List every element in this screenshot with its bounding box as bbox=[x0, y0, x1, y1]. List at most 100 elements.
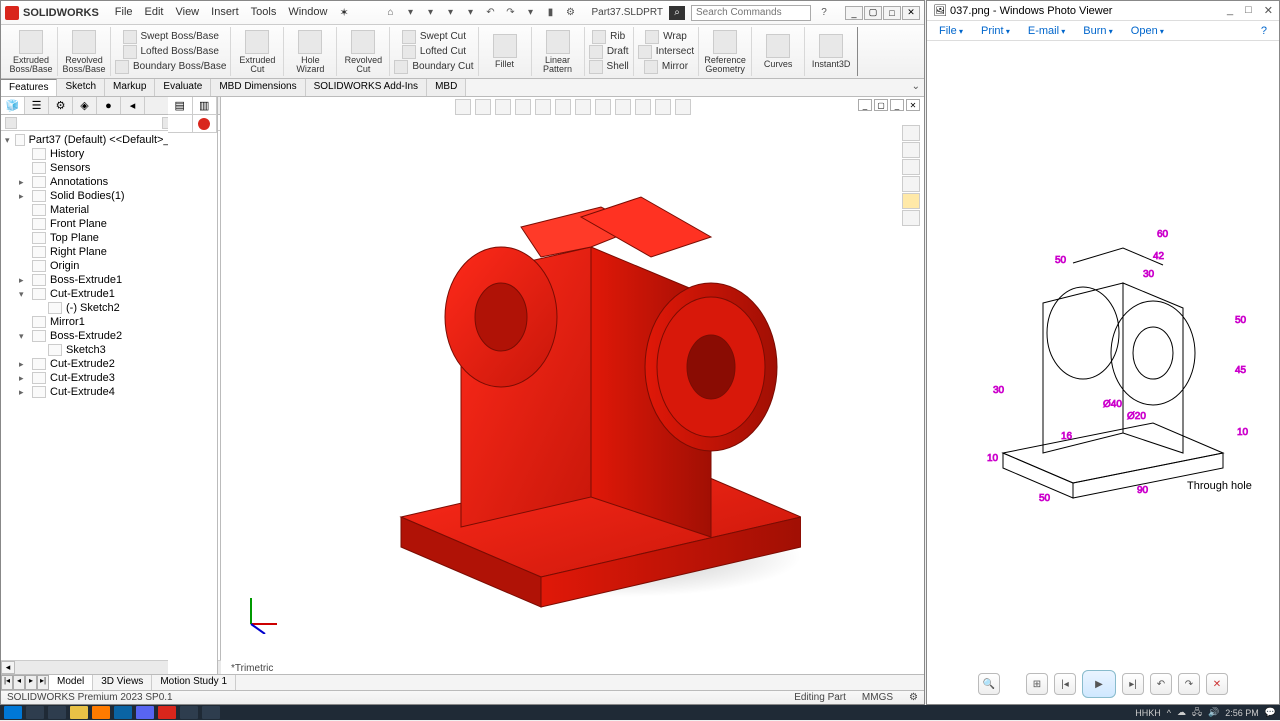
status-units[interactable]: MMGS bbox=[862, 692, 893, 703]
tb-solidworks-icon[interactable] bbox=[158, 706, 176, 719]
graphics-area[interactable]: _ ▢ _ ✕ bbox=[221, 97, 924, 674]
bt-next-icon[interactable]: ▸ bbox=[25, 675, 37, 690]
tp-custom-icon[interactable] bbox=[902, 210, 920, 226]
tb-explorer-icon[interactable] bbox=[180, 706, 198, 719]
restore-button[interactable]: ▢ bbox=[864, 6, 882, 20]
tb-chrome-icon[interactable] bbox=[70, 706, 88, 719]
linear-pattern-button[interactable]: LinearPattern bbox=[536, 30, 580, 74]
pv-fit-icon[interactable]: ⊞ bbox=[1026, 673, 1048, 695]
pv-min-button[interactable]: _ bbox=[1227, 4, 1233, 17]
mirror-button[interactable]: Mirror bbox=[644, 60, 688, 74]
menu-file[interactable]: File bbox=[115, 6, 133, 19]
doc-restore-icon[interactable]: ▢ bbox=[874, 99, 888, 111]
intersect-button[interactable]: Intersect bbox=[638, 45, 694, 59]
qat-home-icon[interactable]: ⌂ bbox=[383, 6, 397, 20]
pv-image-area[interactable]: 60 42 30 50 50 45 30 10 10 50 90 16 Ø40 … bbox=[927, 41, 1279, 664]
tray-net-icon[interactable]: 🖧 bbox=[1192, 705, 1202, 721]
tb-taskview-icon[interactable] bbox=[48, 706, 66, 719]
scroll-left-icon[interactable]: ◂ bbox=[1, 661, 15, 674]
reference-geometry-button[interactable]: ReferenceGeometry bbox=[703, 30, 747, 74]
tp-home-icon[interactable] bbox=[902, 125, 920, 141]
hut-hide-icon[interactable] bbox=[615, 99, 631, 115]
pv-menu-email[interactable]: E-mail bbox=[1028, 25, 1065, 37]
tb-app3-icon[interactable] bbox=[136, 706, 154, 719]
hut-view-icon[interactable] bbox=[595, 99, 611, 115]
max-button[interactable]: □ bbox=[883, 6, 901, 20]
extruded-cut-button[interactable]: ExtrudedCut bbox=[235, 30, 279, 74]
qat-open-icon[interactable]: ▾ bbox=[423, 6, 437, 20]
hut-wind-icon[interactable] bbox=[475, 99, 491, 115]
bt-last-icon[interactable]: ▸| bbox=[37, 675, 49, 690]
qat-undo-icon[interactable]: ↶ bbox=[483, 6, 497, 20]
swept-boss-button[interactable]: Swept Boss/Base bbox=[123, 30, 219, 44]
pv-prev-button[interactable]: |◂ bbox=[1054, 673, 1076, 695]
menu-view[interactable]: View bbox=[175, 6, 199, 19]
qat-rebuild-icon[interactable]: ▮ bbox=[543, 6, 557, 20]
bottom-tab-3dviews[interactable]: 3D Views bbox=[93, 675, 152, 690]
hut-display-icon[interactable] bbox=[555, 99, 571, 115]
search-input[interactable] bbox=[691, 5, 811, 21]
tp-view-icon[interactable] bbox=[902, 176, 920, 192]
boundary-boss-button[interactable]: Boundary Boss/Base bbox=[115, 60, 226, 74]
pv-menu-open[interactable]: Open bbox=[1131, 25, 1164, 37]
swept-cut-button[interactable]: Swept Cut bbox=[402, 30, 466, 44]
hut-extra-icon[interactable] bbox=[675, 99, 691, 115]
pv-max-button[interactable]: □ bbox=[1245, 4, 1252, 17]
dp-tab2-icon[interactable]: ▥ bbox=[193, 97, 218, 114]
fm-tab-appearance-icon[interactable]: ● bbox=[97, 97, 121, 114]
search-toggle-icon[interactable]: ⌕ bbox=[669, 6, 685, 20]
pv-menu-burn[interactable]: Burn bbox=[1083, 25, 1113, 37]
doc-min-icon[interactable]: _ bbox=[858, 99, 872, 111]
tb-search-icon[interactable] bbox=[26, 706, 44, 719]
status-custom-icon[interactable]: ⚙ bbox=[909, 692, 918, 703]
shell-button[interactable]: Shell bbox=[589, 60, 629, 74]
curves-button[interactable]: Curves bbox=[756, 34, 800, 69]
bt-first-icon[interactable]: |◂ bbox=[1, 675, 13, 690]
extruded-boss-button[interactable]: ExtrudedBoss/Base bbox=[9, 30, 53, 74]
menu-window[interactable]: Window bbox=[288, 6, 327, 19]
pv-menu-file[interactable]: File bbox=[939, 25, 963, 37]
tp-resources-icon[interactable] bbox=[902, 142, 920, 158]
tb-app4-icon[interactable] bbox=[202, 706, 220, 719]
pv-slideshow-button[interactable]: ▶ bbox=[1082, 670, 1116, 698]
tray-notif-icon[interactable]: 💬 bbox=[1265, 707, 1276, 718]
wrap-button[interactable]: Wrap bbox=[645, 30, 687, 44]
fm-tab-property-icon[interactable]: ☰ bbox=[25, 97, 49, 114]
bottom-tab-motion[interactable]: Motion Study 1 bbox=[152, 675, 236, 690]
revolved-cut-button[interactable]: RevolvedCut bbox=[341, 30, 385, 74]
close-button[interactable]: ✕ bbox=[902, 6, 920, 20]
pv-help-icon[interactable]: ? bbox=[1261, 25, 1267, 37]
tp-design-icon[interactable] bbox=[902, 159, 920, 175]
tab-mbd-dimensions[interactable]: MBD Dimensions bbox=[211, 79, 305, 96]
menu-edit[interactable]: Edit bbox=[145, 6, 164, 19]
fillet-button[interactable]: Fillet bbox=[483, 34, 527, 69]
boundary-cut-button[interactable]: Boundary Cut bbox=[394, 60, 473, 74]
hut-section-icon[interactable] bbox=[515, 99, 531, 115]
qat-print-icon[interactable]: ▾ bbox=[463, 6, 477, 20]
tray-lang[interactable]: HHKH bbox=[1135, 708, 1161, 718]
min-button[interactable]: _ bbox=[845, 6, 863, 20]
tab-sketch[interactable]: Sketch bbox=[57, 79, 105, 96]
tb-app1-icon[interactable] bbox=[92, 706, 110, 719]
qat-new-icon[interactable]: ▾ bbox=[403, 6, 417, 20]
pv-rotate-ccw-icon[interactable]: ↶ bbox=[1150, 673, 1172, 695]
hut-setting-icon[interactable] bbox=[655, 99, 671, 115]
pv-next-button[interactable]: ▸| bbox=[1122, 673, 1144, 695]
qat-save-icon[interactable]: ▾ bbox=[443, 6, 457, 20]
pv-close-button[interactable]: ✕ bbox=[1264, 4, 1273, 17]
pv-zoom-icon[interactable]: 🔍 bbox=[978, 673, 1000, 695]
fm-tab-collapse-icon[interactable]: ◂ bbox=[121, 97, 145, 114]
qat-options-icon[interactable]: ⚙ bbox=[563, 6, 577, 20]
draft-button[interactable]: Draft bbox=[589, 45, 629, 59]
qat-redo-icon[interactable]: ↷ bbox=[503, 6, 517, 20]
dp-tab1-icon[interactable]: ▤ bbox=[168, 97, 193, 114]
tab-features[interactable]: Features bbox=[1, 79, 57, 96]
tray-time[interactable]: 2:56 PM bbox=[1225, 708, 1259, 718]
menu-tools[interactable]: Tools bbox=[251, 6, 277, 19]
tray-cloud-icon[interactable]: ☁ bbox=[1177, 707, 1186, 718]
pv-rotate-cw-icon[interactable]: ↷ bbox=[1178, 673, 1200, 695]
start-button[interactable] bbox=[4, 706, 22, 719]
tab-mbd[interactable]: MBD bbox=[427, 79, 466, 96]
tab-addins[interactable]: SOLIDWORKS Add-Ins bbox=[306, 79, 427, 96]
lofted-cut-button[interactable]: Lofted Cut bbox=[402, 45, 466, 59]
